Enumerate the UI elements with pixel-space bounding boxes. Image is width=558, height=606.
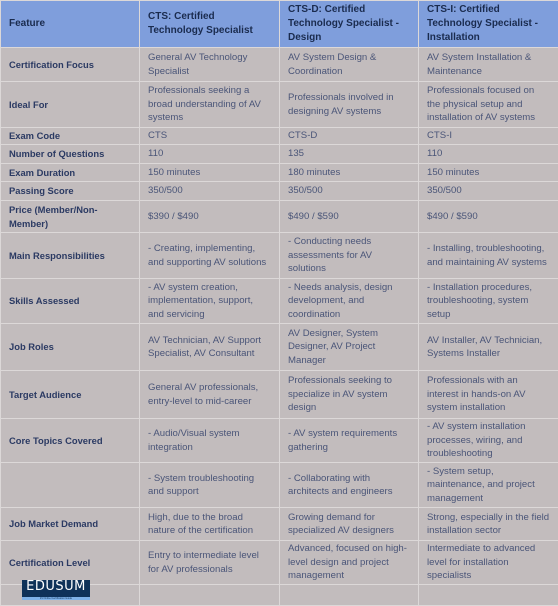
cts-cell: General AV Technology Specialist bbox=[140, 48, 280, 82]
cts-i-cell: Strong, especially in the field installa… bbox=[419, 508, 558, 541]
cts-i-cell: AV Installer, AV Technician, Systems Ins… bbox=[419, 324, 558, 371]
cts-d-cell: Growing demand for specialized AV design… bbox=[280, 508, 419, 541]
feature-label: Skills Assessed bbox=[1, 279, 140, 324]
cts-d-cell: CTS-D bbox=[280, 128, 419, 145]
cts-i-cell: - System setup, maintenance, and project… bbox=[419, 463, 558, 508]
table-row: - System troubleshooting and support - C… bbox=[1, 463, 558, 508]
cts-cell: 350/500 bbox=[140, 182, 280, 201]
table-row: Job Market Demand High, due to the broad… bbox=[1, 508, 558, 541]
cts-i-cell: - Installation procedures, troubleshooti… bbox=[419, 279, 558, 324]
cts-i-cell: 150 minutes bbox=[419, 164, 558, 182]
cts-d-cell bbox=[280, 585, 419, 606]
cts-cell bbox=[140, 585, 280, 606]
table-row: Price (Member/Non-Member) $390 / $490 $4… bbox=[1, 201, 558, 233]
header-cts-i: CTS-I: Certified Technology Specialist -… bbox=[419, 1, 558, 48]
cts-i-cell: 350/500 bbox=[419, 182, 558, 201]
cts-i-cell: $490 / $590 bbox=[419, 201, 558, 233]
table-row: Passing Score 350/500 350/500 350/500 bbox=[1, 182, 558, 201]
cts-i-cell: - Installing, troubleshooting, and maint… bbox=[419, 233, 558, 279]
table-row: Exam Duration 150 minutes 180 minutes 15… bbox=[1, 164, 558, 182]
feature-label: Main Responsibilities bbox=[1, 233, 140, 279]
cts-d-cell: - Needs analysis, design development, an… bbox=[280, 279, 419, 324]
table-row: Main Responsibilities - Creating, implem… bbox=[1, 233, 558, 279]
cts-d-cell: - Conducting needs assessments for AV so… bbox=[280, 233, 419, 279]
cts-d-cell: - AV system requirements gathering bbox=[280, 419, 419, 463]
table-row: Job Roles AV Technician, AV Support Spec… bbox=[1, 324, 558, 371]
certification-comparison-table: Feature CTS: Certified Technology Specia… bbox=[0, 0, 558, 606]
feature-label: Certification Focus bbox=[1, 48, 140, 82]
cts-cell: General AV professionals, entry-level to… bbox=[140, 371, 280, 419]
cts-cell: CTS bbox=[140, 128, 280, 145]
edusum-logo: EDUSUM #1 Online Certification Guide bbox=[22, 580, 90, 600]
table-row: Number of Questions 110 135 110 bbox=[1, 145, 558, 164]
cts-i-cell: Professionals with an interest in hands-… bbox=[419, 371, 558, 419]
cts-i-cell bbox=[419, 585, 558, 606]
feature-label: Ideal For bbox=[1, 82, 140, 128]
cts-d-cell: $490 / $590 bbox=[280, 201, 419, 233]
cts-i-cell: Intermediate to advanced level for insta… bbox=[419, 541, 558, 585]
feature-label: Exam Code bbox=[1, 128, 140, 145]
cts-i-cell: 110 bbox=[419, 145, 558, 164]
header-feature: Feature bbox=[1, 1, 140, 48]
cts-d-cell: Professionals seeking to specialize in A… bbox=[280, 371, 419, 419]
table-row: Core Topics Covered - Audio/Visual syste… bbox=[1, 419, 558, 463]
table-row: Exam Code CTS CTS-D CTS-I bbox=[1, 128, 558, 145]
table-row: Ideal For Professionals seeking a broad … bbox=[1, 82, 558, 128]
feature-label: Target Audience bbox=[1, 371, 140, 419]
cts-d-cell: Advanced, focused on high-level design a… bbox=[280, 541, 419, 585]
cts-cell: AV Technician, AV Support Specialist, AV… bbox=[140, 324, 280, 371]
cts-cell: $390 / $490 bbox=[140, 201, 280, 233]
feature-label: Job Market Demand bbox=[1, 508, 140, 541]
table-row: Target Audience General AV professionals… bbox=[1, 371, 558, 419]
feature-label: Price (Member/Non-Member) bbox=[1, 201, 140, 233]
table-row: Certification Focus General AV Technolog… bbox=[1, 48, 558, 82]
cts-cell: - Creating, implementing, and supporting… bbox=[140, 233, 280, 279]
cts-i-cell: - AV system installation processes, wiri… bbox=[419, 419, 558, 463]
cts-cell: Professionals seeking a broad understand… bbox=[140, 82, 280, 128]
cts-d-cell: AV Designer, System Designer, AV Project… bbox=[280, 324, 419, 371]
logo-text: EDUSUM bbox=[22, 580, 90, 594]
cts-d-cell: 135 bbox=[280, 145, 419, 164]
cts-d-cell: 350/500 bbox=[280, 182, 419, 201]
feature-label: Core Topics Covered bbox=[1, 419, 140, 463]
cts-i-cell: Professionals focused on the physical se… bbox=[419, 82, 558, 128]
feature-label: Number of Questions bbox=[1, 145, 140, 164]
cts-cell: - Audio/Visual system integration bbox=[140, 419, 280, 463]
cts-cell: High, due to the broad nature of the cer… bbox=[140, 508, 280, 541]
table-row: Certification Level Entry to intermediat… bbox=[1, 541, 558, 585]
cts-cell: - System troubleshooting and support bbox=[140, 463, 280, 508]
cts-cell: Entry to intermediate level for AV profe… bbox=[140, 541, 280, 585]
cts-cell: - AV system creation, implementation, su… bbox=[140, 279, 280, 324]
cts-cell: 110 bbox=[140, 145, 280, 164]
header-cts: CTS: Certified Technology Specialist bbox=[140, 1, 280, 48]
header-cts-d: CTS-D: Certified Technology Specialist -… bbox=[280, 1, 419, 48]
header-row: Feature CTS: Certified Technology Specia… bbox=[1, 1, 558, 48]
feature-label: Certification Level bbox=[1, 541, 140, 585]
cts-d-cell: AV System Design & Coordination bbox=[280, 48, 419, 82]
cts-d-cell: - Collaborating with architects and engi… bbox=[280, 463, 419, 508]
feature-label: Job Roles bbox=[1, 324, 140, 371]
feature-label bbox=[1, 463, 140, 508]
cts-i-cell: CTS-I bbox=[419, 128, 558, 145]
cts-d-cell: Professionals involved in designing AV s… bbox=[280, 82, 419, 128]
feature-label: Exam Duration bbox=[1, 164, 140, 182]
feature-label: Passing Score bbox=[1, 182, 140, 201]
cts-i-cell: AV System Installation & Maintenance bbox=[419, 48, 558, 82]
table-row: Skills Assessed - AV system creation, im… bbox=[1, 279, 558, 324]
cts-cell: 150 minutes bbox=[140, 164, 280, 182]
cts-d-cell: 180 minutes bbox=[280, 164, 419, 182]
